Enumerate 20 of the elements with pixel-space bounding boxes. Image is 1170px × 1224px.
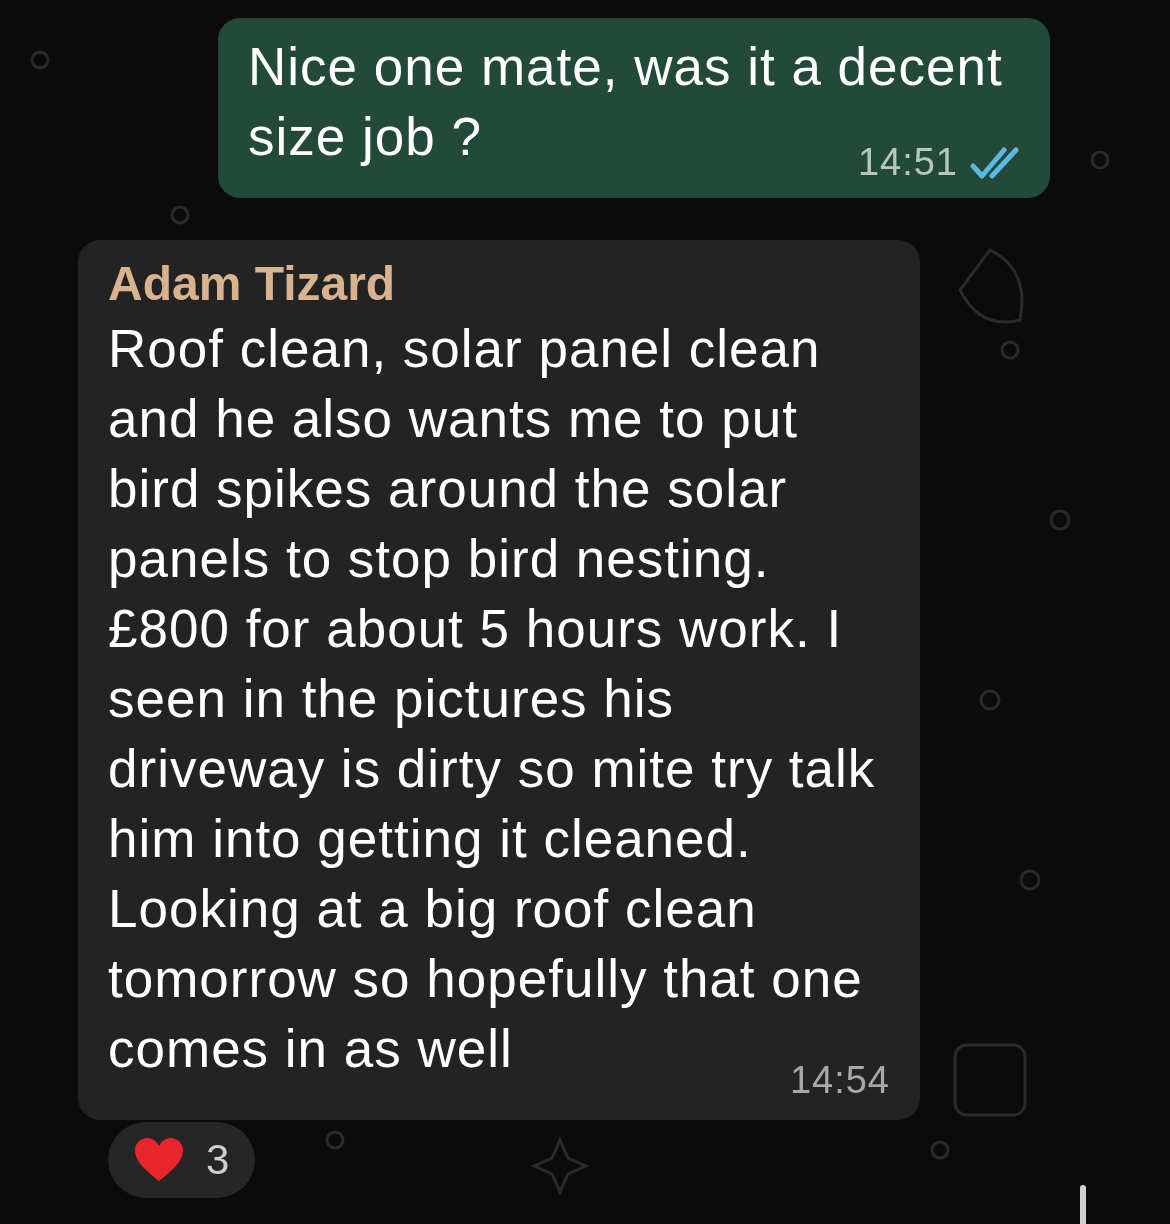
message-line: tomorrow so hopefully that one <box>108 948 863 1010</box>
reaction-badge[interactable]: 3 <box>108 1122 256 1198</box>
heart-icon <box>134 1137 184 1183</box>
message-line: panels to stop bird nesting. <box>108 528 770 590</box>
message-line: Nice one mate, was it a decent <box>248 36 1003 98</box>
message-line: size job ? <box>248 106 482 168</box>
message-line: £800 for about 5 hours work. I <box>108 598 843 660</box>
sender-name: Adam Tizard <box>108 256 396 312</box>
message-line: and he also wants me to put <box>108 388 798 450</box>
reaction-count: 3 <box>206 1136 230 1184</box>
message-line: seen in the pictures his <box>108 668 675 730</box>
message-time: 14:51 <box>857 141 958 184</box>
message-line: driveway is dirty so mite try talk <box>108 738 876 800</box>
message-line: Roof clean, solar panel clean <box>108 318 821 380</box>
message-time: 14:54 <box>789 1059 890 1102</box>
scrollbar <box>1080 1185 1086 1224</box>
message-line: bird spikes around the solar <box>108 458 788 520</box>
message-line: Looking at a big roof clean <box>108 878 757 940</box>
message-line: comes in as well <box>108 1018 513 1080</box>
message-line: him into getting it cleaned. <box>108 808 752 870</box>
